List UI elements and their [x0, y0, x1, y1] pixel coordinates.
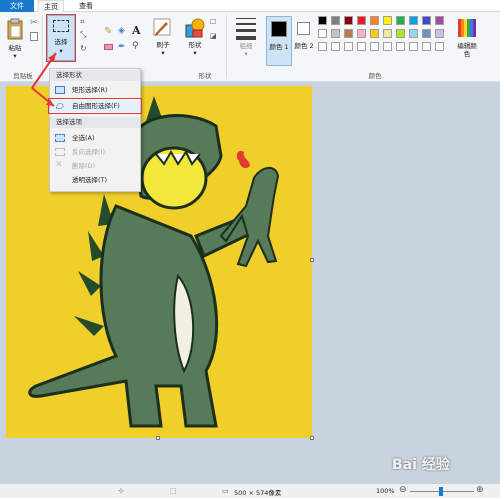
watermark: Bai 经验: [392, 457, 450, 473]
transparent-select-item[interactable]: 透明选择(T): [50, 174, 140, 186]
shapes-icon: [185, 18, 205, 38]
color-swatch[interactable]: [396, 42, 405, 51]
rotate-icon[interactable]: ↻: [80, 44, 87, 53]
text-icon[interactable]: A: [132, 24, 141, 37]
resize-icon[interactable]: ⤡: [80, 30, 86, 40]
color-swatch[interactable]: [318, 29, 327, 38]
annotation-arrows: [31, 52, 57, 107]
shapes-group-label: 形状: [198, 72, 212, 80]
invert-select-label: 反向选择(I): [72, 148, 105, 156]
size-lines-icon: [236, 18, 256, 40]
select-all-icon: [55, 134, 65, 142]
resize-handle[interactable]: [310, 258, 314, 262]
color-swatch[interactable]: [318, 16, 327, 25]
resize-handle[interactable]: [310, 436, 314, 440]
size-label: 粗细: [239, 42, 253, 50]
selection-size-icon: ⬚: [170, 487, 177, 495]
delete-label: 删除(D): [72, 162, 96, 170]
image-size: 500 × 574像素: [234, 489, 282, 497]
color-swatch[interactable]: [422, 16, 431, 25]
transparent-select-label: 透明选择(T): [72, 176, 108, 184]
color-swatch[interactable]: [396, 29, 405, 38]
crop-icon[interactable]: ⌗: [80, 17, 85, 27]
color-swatch[interactable]: [344, 29, 353, 38]
fill-icon[interactable]: ◈: [118, 26, 125, 36]
color2-button[interactable]: 颜色 2: [294, 16, 314, 66]
zoom-in-button[interactable]: ⊕: [476, 485, 484, 495]
copy-icon[interactable]: [30, 32, 38, 41]
color1-button[interactable]: 颜色 1: [266, 16, 292, 66]
color2-swatch: [297, 22, 310, 35]
tab-file[interactable]: 文件: [0, 0, 34, 12]
color-swatch[interactable]: [383, 16, 392, 25]
menu-bar: 文件 主页 查看: [0, 0, 500, 12]
color-swatch[interactable]: [318, 42, 327, 51]
size-button[interactable]: 粗细 ▾: [232, 16, 260, 66]
cut-icon[interactable]: ✂: [30, 18, 38, 28]
fill-shape-icon[interactable]: ◪: [210, 32, 217, 40]
eraser-icon[interactable]: [104, 44, 113, 50]
color-swatch[interactable]: [331, 29, 340, 38]
chevron-down-icon: ▾: [244, 50, 248, 58]
zoom-level: 100%: [376, 487, 395, 495]
color-swatch[interactable]: [370, 29, 379, 38]
color-palette: [318, 16, 453, 60]
pencil-icon[interactable]: ✎: [104, 26, 112, 37]
rainbow-icon: [458, 19, 476, 37]
color-swatch[interactable]: [435, 16, 444, 25]
tab-view[interactable]: 查看: [72, 0, 100, 12]
color-swatch[interactable]: [357, 29, 366, 38]
colors-group-label: 颜色: [368, 72, 382, 80]
chevron-down-icon: ▾: [193, 49, 197, 57]
delete-x-icon: ✕: [55, 160, 63, 170]
shapes-button[interactable]: 形状 ▾: [182, 15, 208, 67]
outline-icon[interactable]: ☐: [210, 18, 216, 26]
color-swatch[interactable]: [370, 42, 379, 51]
brush-icon: [153, 18, 171, 36]
color-picker-icon[interactable]: ✒: [118, 42, 126, 52]
color-swatch[interactable]: [331, 16, 340, 25]
color-swatch[interactable]: [409, 29, 418, 38]
color-swatch[interactable]: [435, 42, 444, 51]
color-swatch[interactable]: [344, 42, 353, 51]
status-bar: ⊹ ⬚ ▭ 500 × 574像素 100% ⊖ ⊕: [0, 483, 500, 498]
color-swatch[interactable]: [357, 42, 366, 51]
select-all-label: 全选(A): [72, 134, 95, 142]
color-swatch[interactable]: [435, 29, 444, 38]
color-swatch[interactable]: [383, 42, 392, 51]
color-swatch[interactable]: [409, 16, 418, 25]
chevron-down-icon: ▾: [161, 49, 165, 57]
color-swatch[interactable]: [422, 29, 431, 38]
select-all-item[interactable]: 全选(A): [50, 132, 140, 144]
shapes-label: 形状: [188, 41, 202, 49]
brush-label: 刷子: [156, 41, 170, 49]
edit-colors-button[interactable]: 编辑颜色: [455, 16, 479, 66]
color-swatch[interactable]: [331, 42, 340, 51]
color-swatch[interactable]: [383, 29, 392, 38]
invert-icon: [55, 148, 65, 156]
edit-colors-label: 编辑颜色: [457, 42, 477, 58]
delete-item[interactable]: ✕ 删除(D): [50, 160, 140, 172]
tab-home[interactable]: 主页: [38, 0, 64, 12]
color-swatch[interactable]: [370, 16, 379, 25]
color1-swatch: [271, 21, 287, 37]
color-swatch[interactable]: [396, 16, 405, 25]
brush-button[interactable]: 刷子 ▾: [150, 15, 176, 67]
image-size-icon: ▭: [222, 487, 229, 495]
zoom-slider-thumb[interactable]: [439, 487, 443, 496]
color2-label: 颜色 2: [294, 42, 314, 50]
clipboard-icon: [7, 18, 23, 40]
color-swatch[interactable]: [357, 16, 366, 25]
divider: [226, 15, 227, 79]
zoom-out-button[interactable]: ⊖: [399, 485, 407, 495]
magnifier-icon[interactable]: ⚲: [132, 41, 139, 51]
resize-handle[interactable]: [156, 436, 160, 440]
color-swatch[interactable]: [409, 42, 418, 51]
cursor-position-icon: ⊹: [118, 487, 124, 495]
color1-label: 颜色 1: [269, 43, 289, 51]
invert-select-item[interactable]: 反向选择(I): [50, 146, 140, 158]
color-swatch[interactable]: [344, 16, 353, 25]
color-swatch[interactable]: [422, 42, 431, 51]
